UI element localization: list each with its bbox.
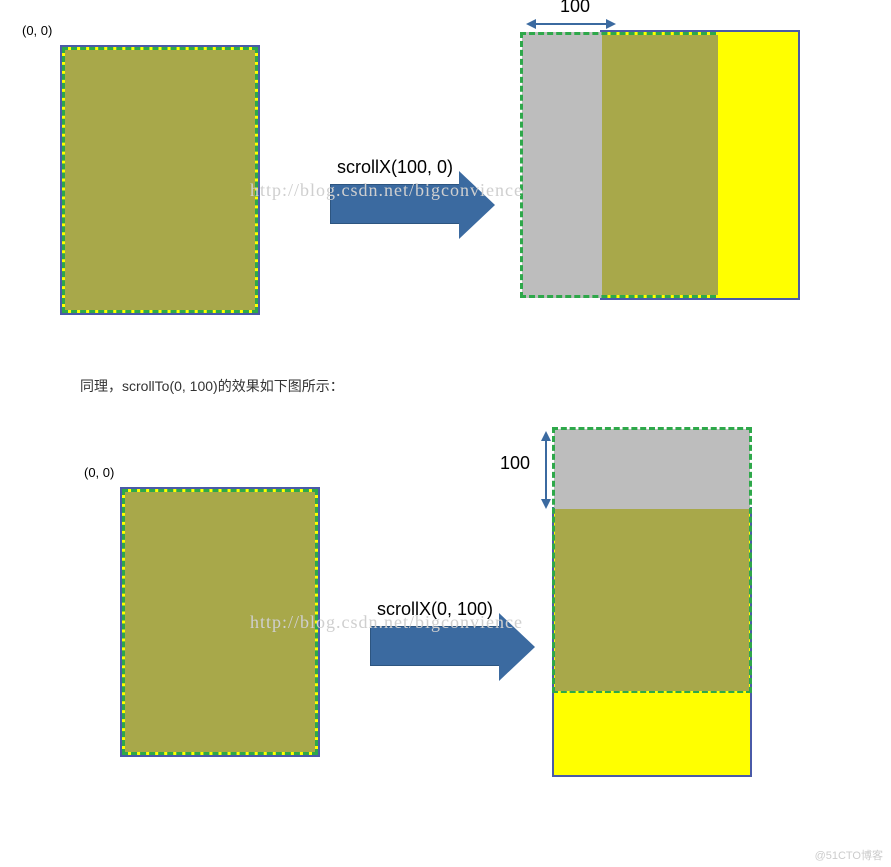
content-fill-1 [65, 50, 255, 310]
arrow-1: scrollX(100, 0) [330, 157, 460, 224]
origin-label-2: (0, 0) [84, 465, 114, 480]
left-box-1: (0, 0) [60, 45, 270, 335]
diagram-row-1: (0, 0) scrollX(100, 0) 100 http://blog.c… [60, 30, 851, 350]
content-overlap-2 [555, 509, 749, 691]
arrow-caption-1: scrollX(100, 0) [337, 157, 453, 178]
arrow-head-icon [499, 613, 535, 681]
right-box-1: 100 [520, 30, 820, 350]
arrow-head-icon [459, 171, 495, 239]
offset-label-2: 100 [500, 453, 530, 474]
content-overlap-1 [602, 35, 718, 295]
caption-between: 同理，scrollTo(0, 100)的效果如下图所示： [80, 376, 851, 396]
content-fill-2 [125, 492, 315, 752]
arrow-caption-2: scrollX(0, 100) [377, 599, 493, 620]
offset-label-1: 100 [560, 0, 590, 16]
left-box-2: (0, 0) [120, 487, 330, 777]
right-box-2: 100 [550, 427, 790, 787]
arrow-2: scrollX(0, 100) [370, 599, 500, 666]
arrow-shape-1 [330, 184, 460, 224]
origin-label-1: (0, 0) [22, 23, 52, 38]
diagram-row-2: (0, 0) scrollX(0, 100) 100 http://blog.c… [60, 422, 851, 792]
arrow-shape-2 [370, 626, 500, 666]
footer-watermark: @51CTO博客 [815, 847, 883, 863]
dim-group-1: 100 [560, 0, 590, 17]
